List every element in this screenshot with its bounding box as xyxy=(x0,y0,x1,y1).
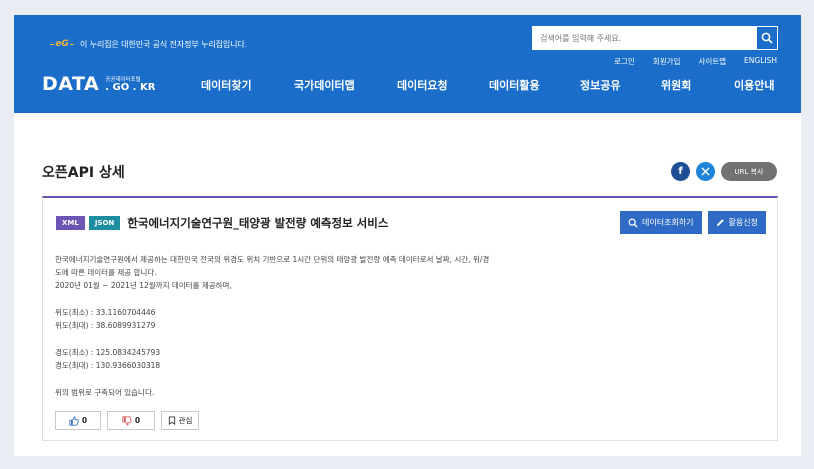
x-twitter-icon[interactable] xyxy=(696,162,715,181)
data-query-button[interactable]: 데이터조회하기 xyxy=(620,211,702,234)
login-link[interactable]: 로그인 xyxy=(614,56,635,67)
tag-json: JSON xyxy=(88,216,121,230)
feedback-buttons: 0 0 관심 xyxy=(55,411,199,430)
gov-notice-text: 이 누리집은 대한민국 공식 전자정부 누리집입니다. xyxy=(80,39,248,49)
search-input[interactable] xyxy=(532,26,756,50)
pencil-icon xyxy=(716,219,724,227)
page-frame: eG 이 누리집은 대한민국 공식 전자정부 누리집입니다. 로그인 회원가입 … xyxy=(14,15,801,456)
api-description: 한국에너지기술연구원에서 제공하는 대한민국 전국의 위경도 위치 기반으로 1… xyxy=(55,253,615,399)
page-title: 오픈API 상세 xyxy=(42,165,125,181)
api-detail-panel: XML JSON 한국에너지기술연구원_태양광 발전량 예측정보 서비스 데이터… xyxy=(42,196,778,441)
main-nav: 데이터찾기 국가데이터맵 데이터요청 데이터활용 정보공유 위원회 이용안내 xyxy=(14,77,801,93)
favorite-label: 관심 xyxy=(178,416,193,425)
longitude-min: 경도(최소) : 125.0834245793 xyxy=(55,348,161,357)
search-icon xyxy=(761,32,773,44)
longitude-max: 경도(최대) : 130.9366030318 xyxy=(55,361,161,370)
favorite-button[interactable]: 관심 xyxy=(161,411,199,430)
desc-line: 2020년 01월 ~ 2021년 12월까지 데이터를 제공하며, xyxy=(55,281,232,290)
thumbs-up-icon xyxy=(69,415,79,426)
share-bar: f URL 복사 xyxy=(671,162,777,181)
url-copy-button[interactable]: URL 복사 xyxy=(721,162,777,181)
nav-item-data-usage[interactable]: 데이터활용 xyxy=(489,77,540,93)
latitude-min: 위도(최소) : 33.1160704446 xyxy=(55,308,156,317)
dislike-button[interactable]: 0 xyxy=(107,411,155,430)
apply-use-button[interactable]: 활용신청 xyxy=(707,211,766,234)
utility-links: 로그인 회원가입 사이트맵 ENGLISH xyxy=(614,56,777,67)
api-actions: 데이터조회하기 활용신청 xyxy=(620,211,766,234)
data-query-label: 데이터조회하기 xyxy=(642,218,694,227)
search-box xyxy=(532,26,778,50)
nav-item-data-request[interactable]: 데이터요청 xyxy=(397,77,448,93)
signup-link[interactable]: 회원가입 xyxy=(653,56,681,67)
desc-line: 도에 따른 데이터를 제공 합니다. xyxy=(55,268,157,277)
search-icon xyxy=(628,218,638,228)
dislike-count: 0 xyxy=(134,416,141,425)
desc-line: 한국에너지기술연구원에서 제공하는 대한민국 전국의 위경도 위치 기반으로 1… xyxy=(55,255,490,264)
like-count: 0 xyxy=(81,416,88,425)
nav-item-national-data-map[interactable]: 국가데이터맵 xyxy=(294,77,355,93)
search-button[interactable] xyxy=(756,26,778,50)
latitude-max: 위도(최대) : 38.6089931279 xyxy=(55,321,156,330)
desc-closing: 위의 범위로 구축되어 있습니다. xyxy=(55,388,155,397)
nav-item-data-search[interactable]: 데이터찾기 xyxy=(201,77,252,93)
api-title-row: XML JSON 한국에너지기술연구원_태양광 발전량 예측정보 서비스 xyxy=(56,215,388,231)
nav-item-info-share[interactable]: 정보공유 xyxy=(580,77,620,93)
bookmark-icon xyxy=(168,416,175,425)
facebook-icon[interactable]: f xyxy=(671,162,690,181)
apply-use-label: 활용신청 xyxy=(728,218,758,227)
thumbs-down-icon xyxy=(122,415,132,426)
like-button[interactable]: 0 xyxy=(55,411,101,430)
sitemap-link[interactable]: 사이트맵 xyxy=(698,56,726,67)
egov-logo-icon: eG xyxy=(50,38,74,50)
x-logo-icon xyxy=(701,167,710,176)
english-link[interactable]: ENGLISH xyxy=(744,56,777,67)
site-header: eG 이 누리집은 대한민국 공식 전자정부 누리집입니다. 로그인 회원가입 … xyxy=(14,15,801,113)
tag-xml: XML xyxy=(56,216,85,230)
nav-item-guide[interactable]: 이용안내 xyxy=(734,77,774,93)
gov-notice: eG 이 누리집은 대한민국 공식 전자정부 누리집입니다. xyxy=(50,37,247,51)
api-title: 한국에너지기술연구원_태양광 발전량 예측정보 서비스 xyxy=(127,216,389,230)
nav-item-committee[interactable]: 위원회 xyxy=(661,77,691,93)
